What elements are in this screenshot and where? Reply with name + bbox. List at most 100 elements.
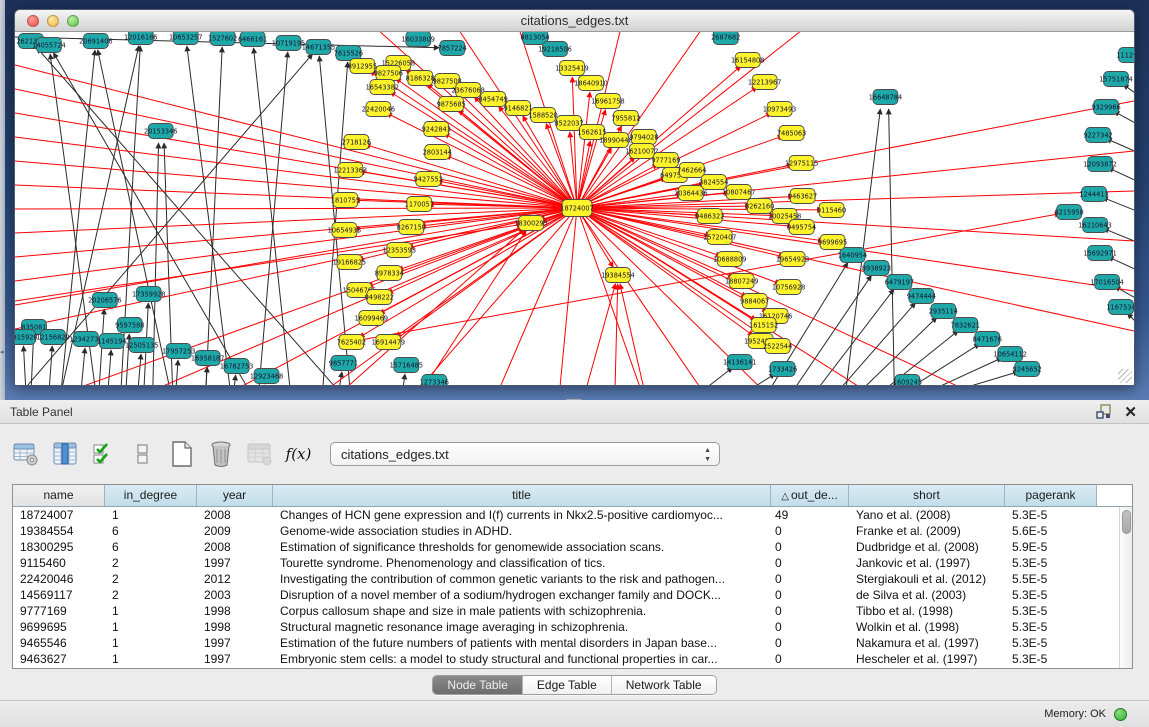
table-row[interactable]: 977716911998Corpus callosum shape and si…: [13, 603, 1119, 619]
graph-node[interactable]: 12213967: [748, 75, 781, 90]
graph-node[interactable]: 18724007: [560, 200, 593, 217]
delete-table-icon[interactable]: [207, 441, 234, 468]
tab-node-table[interactable]: Node Table: [433, 676, 523, 694]
graph-node[interactable]: 2803144: [423, 145, 452, 160]
table-settings-icon[interactable]: [12, 441, 39, 468]
graph-node[interactable]: 10973493: [763, 102, 796, 117]
tab-network-table[interactable]: Network Table: [612, 676, 716, 694]
table-row[interactable]: 1830029562008Estimation of significance …: [13, 539, 1119, 555]
table-scrollbar[interactable]: [1119, 507, 1132, 668]
graph-node[interactable]: 19218506: [538, 42, 571, 57]
graph-node[interactable]: 12975115: [785, 156, 818, 171]
column-header-out_de[interactable]: △out_de...: [771, 485, 849, 506]
graph-node[interactable]: 9245652: [1013, 362, 1042, 377]
panel-divider[interactable]: ◂: [0, 0, 5, 400]
graph-node[interactable]: 9857771: [329, 356, 358, 371]
graph-node[interactable]: 20153346: [144, 124, 177, 139]
table-row[interactable]: 2242004622012Investigating the contribut…: [13, 571, 1119, 587]
graph-node[interactable]: 8215958: [1054, 205, 1083, 220]
graph-node[interactable]: 9699695: [818, 235, 847, 250]
graph-node[interactable]: 20206576: [88, 293, 121, 308]
graph-node[interactable]: 9777169: [651, 153, 680, 168]
graph-node[interactable]: 19654923: [776, 252, 809, 267]
column-header-in_degree[interactable]: in_degree: [105, 485, 197, 506]
graph-node[interactable]: 15720407: [703, 230, 736, 245]
graph-node[interactable]: 12016186: [124, 32, 157, 45]
table-row[interactable]: 1456911722003Disruption of a novel membe…: [13, 587, 1119, 603]
graph-node[interactable]: 1112953: [1116, 48, 1134, 63]
graph-node[interactable]: 1273346: [420, 375, 449, 386]
table-row[interactable]: 946362711997Embryonic stem cells: a mode…: [13, 651, 1119, 667]
column-header-short[interactable]: short: [849, 485, 1005, 506]
graph-node[interactable]: 9495754: [787, 220, 816, 235]
graph-node[interactable]: 10719195: [272, 36, 305, 51]
graph-node[interactable]: 18990448: [599, 133, 632, 148]
tab-edge-table[interactable]: Edge Table: [523, 676, 612, 694]
scrollbar-thumb[interactable]: [1122, 510, 1131, 534]
network-table-select[interactable]: citations_edges.txt ▲▼: [330, 442, 720, 466]
graph-node[interactable]: 8978334: [375, 266, 404, 281]
graph-node[interactable]: 9227342: [1083, 128, 1112, 143]
column-header-pagerank[interactable]: pagerank: [1005, 485, 1097, 506]
graph-node[interactable]: 7462664: [677, 163, 706, 178]
graph-node[interactable]: 20691406: [79, 34, 112, 49]
graph-node[interactable]: 9463627: [788, 189, 817, 204]
graph-node[interactable]: 14055724: [32, 38, 65, 53]
graph-node[interactable]: 1527602: [208, 32, 237, 46]
graph-node[interactable]: 9498222: [365, 290, 394, 305]
graph-node[interactable]: 2935114: [929, 304, 958, 319]
column-header-title[interactable]: title: [273, 485, 771, 506]
graph-node[interactable]: 8262160: [745, 199, 774, 214]
graph-node[interactable]: 7485063: [777, 126, 806, 141]
graph-node[interactable]: 20364436: [674, 186, 707, 201]
table-row[interactable]: 911546021997Tourette syndrome. Phenomeno…: [13, 555, 1119, 571]
graph-node[interactable]: 9827506: [374, 66, 403, 81]
graph-node[interactable]: 12156829: [36, 330, 69, 345]
graph-node[interactable]: 19384554: [601, 268, 634, 283]
graph-node[interactable]: 6466161: [238, 32, 267, 47]
graph-node[interactable]: 17359928: [132, 287, 165, 302]
graph-node[interactable]: 9597588: [115, 318, 144, 333]
network-canvas[interactable]: 2621372140557242069140612016186106532571…: [15, 32, 1134, 385]
graph-node[interactable]: 19166825: [333, 255, 366, 270]
graph-node[interactable]: 15751874: [1099, 72, 1132, 87]
table-row[interactable]: 969969511998Structural magnetic resonanc…: [13, 619, 1119, 635]
graph-node[interactable]: 2522544: [763, 339, 792, 354]
graph-node[interactable]: 6479197: [885, 275, 914, 290]
graph-node[interactable]: 3915928: [15, 330, 38, 345]
graph-node[interactable]: 2687682: [711, 32, 740, 45]
graph-node[interactable]: 12093872: [1083, 157, 1116, 172]
table-row[interactable]: 1872400712008Changes of HCN gene express…: [13, 507, 1119, 523]
graph-node[interactable]: 8912955: [348, 59, 377, 74]
graph-node[interactable]: 16782753: [220, 359, 253, 374]
graph-node[interactable]: 1640954: [838, 248, 867, 263]
float-panel-icon[interactable]: [1096, 404, 1112, 420]
graph-node[interactable]: 12213363: [334, 163, 367, 178]
graph-node[interactable]: 8267150: [397, 220, 426, 235]
close-panel-icon[interactable]: ✕: [1124, 405, 1137, 420]
graph-node[interactable]: 1609245: [893, 375, 922, 386]
table-row[interactable]: 1938455462009Genome-wide association stu…: [13, 523, 1119, 539]
graph-node[interactable]: 14671355: [302, 40, 335, 55]
graph-node[interactable]: 10688809: [713, 252, 746, 267]
graph-node[interactable]: 12923468: [250, 369, 283, 384]
graph-node[interactable]: 15716485: [390, 358, 423, 373]
graph-node[interactable]: 1244413: [1079, 187, 1108, 202]
table-row[interactable]: 946554611997Estimation of the future num…: [13, 635, 1119, 651]
graph-node[interactable]: 18640910: [574, 76, 607, 91]
graph-node[interactable]: 9115460: [817, 203, 846, 218]
graph-node[interactable]: 2718126: [342, 135, 371, 150]
function-builder-icon[interactable]: f(x): [285, 441, 312, 468]
graph-node[interactable]: 22420046: [362, 102, 395, 117]
column-selector-icon[interactable]: [51, 441, 78, 468]
graph-node[interactable]: 8938923: [862, 261, 891, 276]
graph-node[interactable]: 1733426: [768, 362, 797, 377]
graph-node[interactable]: 10654935: [328, 223, 361, 238]
graph-node[interactable]: 10807467: [722, 185, 755, 200]
graph-node[interactable]: 3824554: [699, 175, 728, 190]
column-header-name[interactable]: name: [13, 485, 105, 506]
graph-node[interactable]: 7857224: [438, 41, 467, 56]
graph-node[interactable]: 1167534: [1106, 300, 1134, 315]
graph-node[interactable]: 8471676: [973, 332, 1002, 347]
window-titlebar[interactable]: citations_edges.txt: [15, 10, 1134, 32]
